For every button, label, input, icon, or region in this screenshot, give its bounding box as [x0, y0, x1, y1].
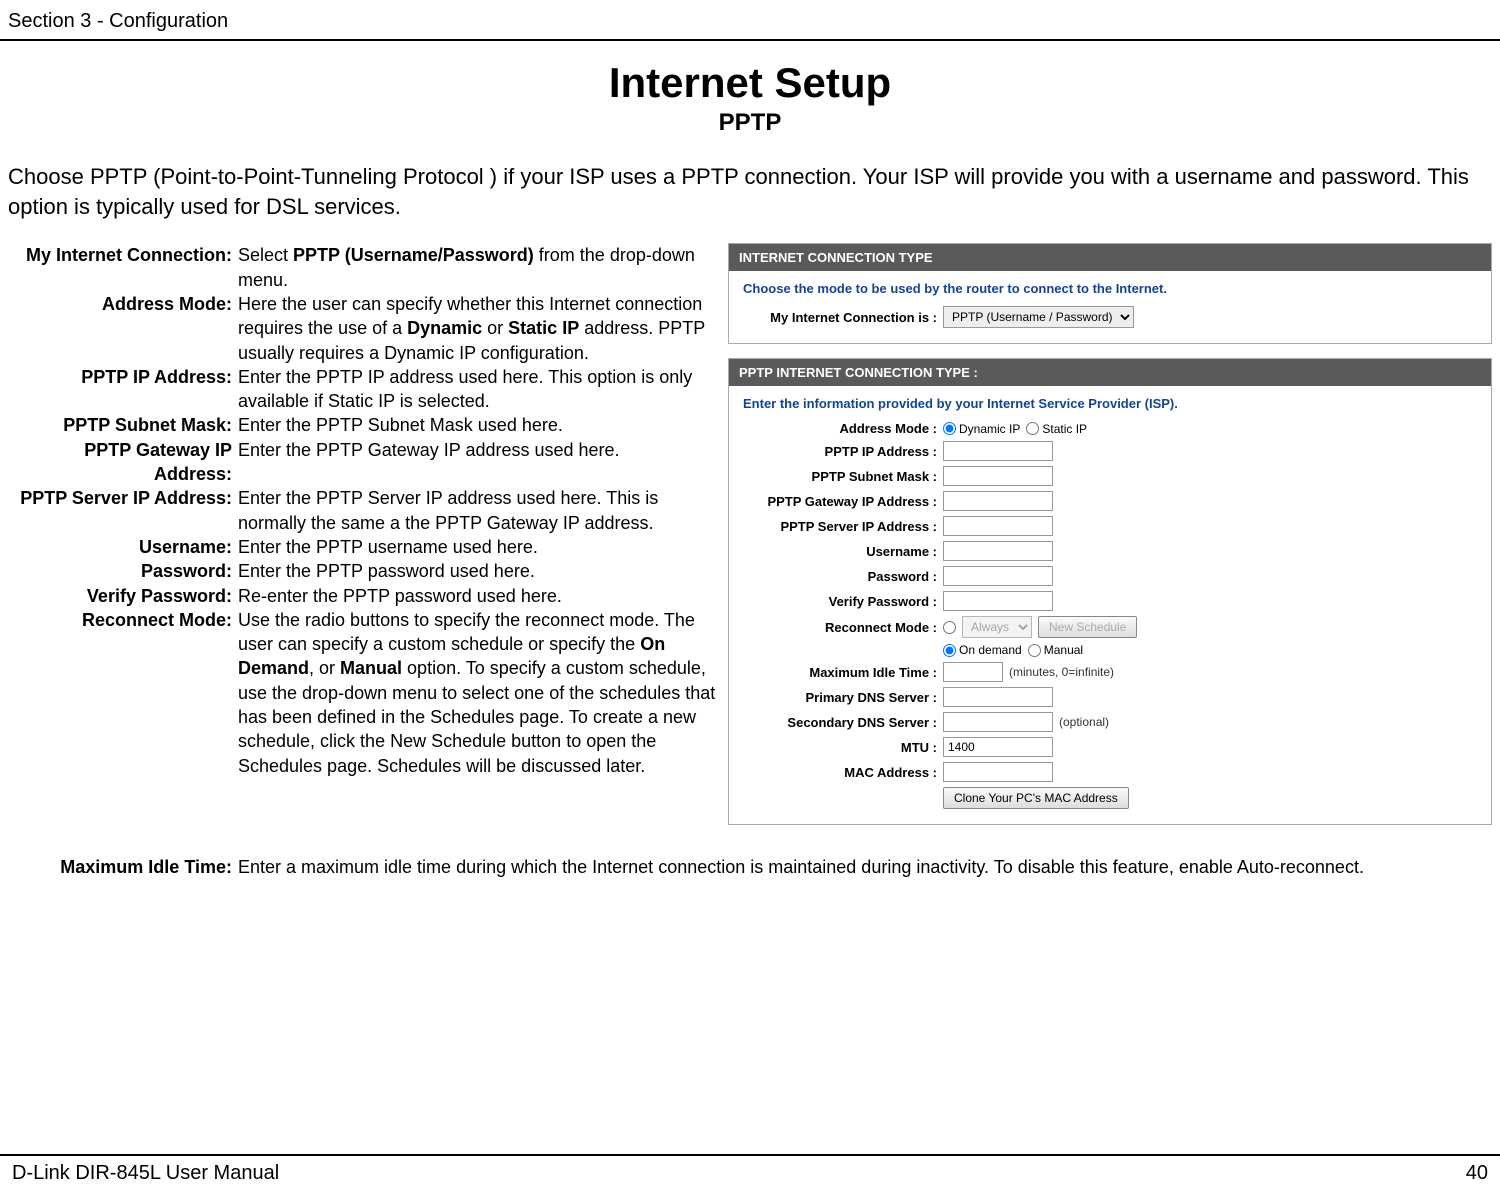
- def-pptp-server: PPTP Server IP Address: Enter the PPTP S…: [8, 486, 718, 535]
- pptp-subnet-label: PPTP Subnet Mask :: [743, 469, 943, 484]
- def-value: Enter the PPTP Subnet Mask used here.: [238, 413, 718, 437]
- panel-internet-connection-type: INTERNET CONNECTION TYPE Choose the mode…: [728, 243, 1492, 344]
- secondary-dns-input[interactable]: [943, 712, 1053, 732]
- def-pptp-subnet: PPTP Subnet Mask: Enter the PPTP Subnet …: [8, 413, 718, 437]
- def-password: Password: Enter the PPTP password used h…: [8, 559, 718, 583]
- mtu-label: MTU :: [743, 740, 943, 755]
- def-label: Password:: [8, 559, 238, 583]
- def-label: PPTP Subnet Mask:: [8, 413, 238, 437]
- def-label: PPTP Gateway IP Address:: [8, 438, 238, 487]
- def-label: Verify Password:: [8, 584, 238, 608]
- def-label: Maximum Idle Time:: [8, 855, 238, 879]
- verify-password-input[interactable]: [943, 591, 1053, 611]
- mac-input[interactable]: [943, 762, 1053, 782]
- def-label: PPTP IP Address:: [8, 365, 238, 414]
- intro-text: Choose PPTP (Point-to-Point-Tunneling Pr…: [0, 162, 1500, 221]
- def-label: PPTP Server IP Address:: [8, 486, 238, 535]
- panel-desc: Choose the mode to be used by the router…: [743, 281, 1477, 296]
- password-input[interactable]: [943, 566, 1053, 586]
- page-subtitle: PPTP: [0, 109, 1500, 137]
- def-max-idle: Maximum Idle Time: Enter a maximum idle …: [0, 825, 1500, 879]
- password-label: Password :: [743, 569, 943, 584]
- pptp-gateway-input[interactable]: [943, 491, 1053, 511]
- max-idle-label: Maximum Idle Time :: [743, 665, 943, 680]
- pptp-gateway-label: PPTP Gateway IP Address :: [743, 494, 943, 509]
- def-value: Enter the PPTP password used here.: [238, 559, 718, 583]
- verify-password-label: Verify Password :: [743, 594, 943, 609]
- def-verify-password: Verify Password: Re-enter the PPTP passw…: [8, 584, 718, 608]
- max-idle-input[interactable]: [943, 662, 1003, 682]
- section-header: Section 3 - Configuration: [0, 10, 1500, 41]
- panel-pptp-connection-type: PPTP INTERNET CONNECTION TYPE : Enter th…: [728, 358, 1492, 825]
- footer-page-number: 40: [1466, 1162, 1488, 1185]
- pptp-ip-label: PPTP IP Address :: [743, 444, 943, 459]
- def-value: Use the radio buttons to specify the rec…: [238, 608, 718, 778]
- clone-mac-button[interactable]: Clone Your PC's MAC Address: [943, 787, 1129, 809]
- footer-manual: D-Link DIR-845L User Manual: [12, 1162, 279, 1185]
- reconnect-mode-label: Reconnect Mode :: [743, 620, 943, 635]
- manual-radio[interactable]: Manual: [1028, 643, 1083, 657]
- def-address-mode: Address Mode: Here the user can specify …: [8, 292, 718, 365]
- my-internet-connection-label: My Internet Connection is :: [743, 310, 943, 325]
- def-value: Enter a maximum idle time during which t…: [238, 855, 1492, 879]
- def-value: Enter the PPTP username used here.: [238, 535, 718, 559]
- pptp-ip-input[interactable]: [943, 441, 1053, 461]
- schedule-select[interactable]: Always o: [962, 616, 1032, 638]
- panel-head: PPTP INTERNET CONNECTION TYPE :: [729, 359, 1491, 386]
- static-ip-radio[interactable]: Static IP: [1026, 422, 1087, 436]
- def-reconnect-mode: Reconnect Mode: Use the radio buttons to…: [8, 608, 718, 778]
- def-value: Select PPTP (Username/Password) from the…: [238, 243, 718, 292]
- definitions-column: My Internet Connection: Select PPTP (Use…: [8, 243, 718, 825]
- secondary-dns-label: Secondary DNS Server :: [743, 715, 943, 730]
- pptp-subnet-input[interactable]: [943, 466, 1053, 486]
- def-username: Username: Enter the PPTP username used h…: [8, 535, 718, 559]
- primary-dns-label: Primary DNS Server :: [743, 690, 943, 705]
- page-footer: D-Link DIR-845L User Manual 40: [0, 1154, 1500, 1185]
- def-value: Here the user can specify whether this I…: [238, 292, 718, 365]
- my-internet-connection-select[interactable]: PPTP (Username / Password): [943, 306, 1134, 328]
- page-title: Internet Setup: [0, 59, 1500, 107]
- primary-dns-input[interactable]: [943, 687, 1053, 707]
- def-label: My Internet Connection:: [8, 243, 238, 292]
- address-mode-label: Address Mode :: [743, 421, 943, 436]
- pptp-server-label: PPTP Server IP Address :: [743, 519, 943, 534]
- username-label: Username :: [743, 544, 943, 559]
- dynamic-ip-radio[interactable]: Dynamic IP: [943, 422, 1020, 436]
- def-label: Username:: [8, 535, 238, 559]
- max-idle-suffix: (minutes, 0=infinite): [1009, 665, 1114, 679]
- def-value: Enter the PPTP IP address used here. Thi…: [238, 365, 718, 414]
- panel-head: INTERNET CONNECTION TYPE: [729, 244, 1491, 271]
- mac-label: MAC Address :: [743, 765, 943, 780]
- def-value: Enter the PPTP Server IP address used he…: [238, 486, 718, 535]
- panel-desc: Enter the information provided by your I…: [743, 396, 1477, 411]
- mtu-input[interactable]: [943, 737, 1053, 757]
- def-pptp-ip: PPTP IP Address: Enter the PPTP IP addre…: [8, 365, 718, 414]
- def-label: Reconnect Mode:: [8, 608, 238, 778]
- secondary-dns-suffix: (optional): [1059, 715, 1109, 729]
- def-value: Enter the PPTP Gateway IP address used h…: [238, 438, 718, 487]
- new-schedule-button[interactable]: New Schedule: [1038, 616, 1137, 638]
- schedule-radio[interactable]: [943, 621, 956, 634]
- def-my-internet-connection: My Internet Connection: Select PPTP (Use…: [8, 243, 718, 292]
- def-value: Re-enter the PPTP password used here.: [238, 584, 718, 608]
- pptp-server-input[interactable]: [943, 516, 1053, 536]
- on-demand-radio[interactable]: On demand: [943, 643, 1022, 657]
- username-input[interactable]: [943, 541, 1053, 561]
- def-label: Address Mode:: [8, 292, 238, 365]
- def-pptp-gateway: PPTP Gateway IP Address: Enter the PPTP …: [8, 438, 718, 487]
